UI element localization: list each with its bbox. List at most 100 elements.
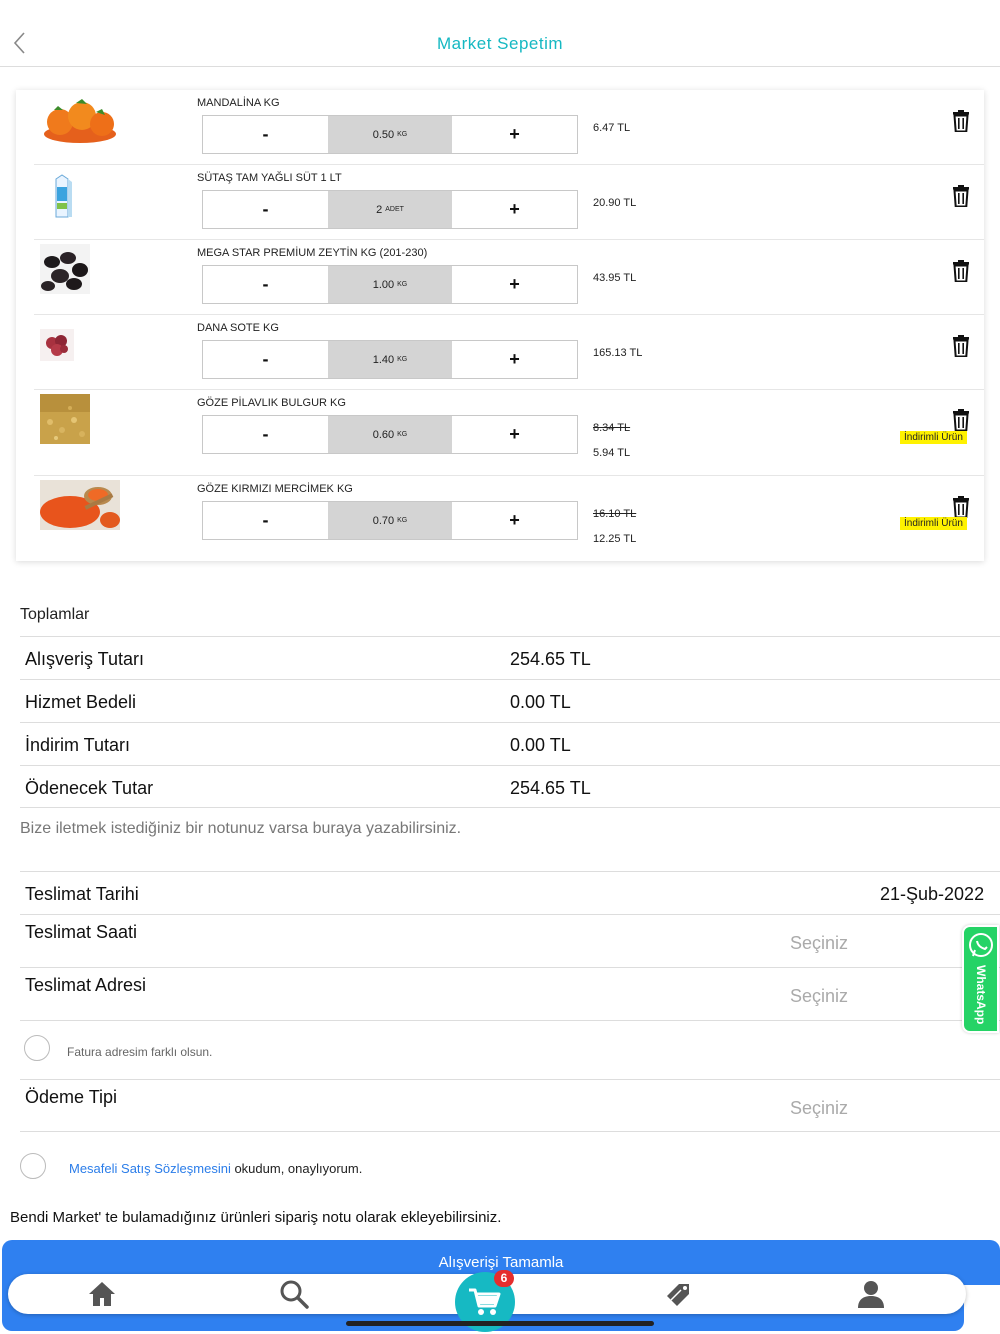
product-price: 43.95 TL bbox=[593, 272, 637, 284]
product-image-beef bbox=[40, 329, 74, 361]
increase-button[interactable]: + bbox=[452, 341, 577, 378]
quantity-value: 0.60 KG bbox=[328, 416, 452, 453]
product-price: 5.94 TL bbox=[593, 447, 631, 459]
cart-item: MEGA STAR PREMİUM ZEYTİN KG (201-230) - … bbox=[34, 240, 984, 315]
total-value: 0.00 TL bbox=[510, 735, 571, 755]
agreement-suffix: okudum, onaylıyorum. bbox=[230, 1161, 363, 1176]
total-value: 0.00 TL bbox=[510, 692, 571, 712]
totals-heading: Toplamlar bbox=[20, 606, 90, 623]
increase-button[interactable]: + bbox=[452, 416, 577, 453]
product-image-milk bbox=[55, 174, 72, 218]
cart-list: MANDALİNA KG - 0.50 KG + 6.47 TL SÜTAŞ TA… bbox=[16, 90, 984, 561]
product-price: 6.47 TL bbox=[593, 122, 631, 134]
agreement-radio[interactable] bbox=[20, 1153, 46, 1179]
product-image-olives bbox=[40, 244, 90, 294]
header: Market Sepetim bbox=[0, 0, 1000, 67]
quantity-value: 2 ADET bbox=[328, 191, 452, 228]
payment-type-select[interactable]: Seçiniz bbox=[790, 1098, 848, 1119]
footer-note: Bendi Market' te bulamadığınız ürünleri … bbox=[10, 1209, 502, 1226]
quantity-value: 1.40 KG bbox=[328, 341, 452, 378]
total-row: İndirim Tutarı 0.00 TL bbox=[20, 722, 1000, 765]
quantity-stepper: - 0.60 KG + bbox=[202, 415, 578, 454]
delivery-address-select[interactable]: Seçiniz bbox=[790, 986, 848, 1007]
total-value: 254.65 TL bbox=[510, 778, 591, 798]
user-icon[interactable] bbox=[855, 1278, 887, 1310]
delivery-time-select[interactable]: Seçiniz bbox=[790, 933, 848, 954]
decrease-button[interactable]: - bbox=[203, 341, 328, 378]
product-name: MANDALİNA KG bbox=[197, 97, 280, 109]
decrease-button[interactable]: - bbox=[203, 116, 328, 153]
total-row: Alışveriş Tutarı 254.65 TL bbox=[20, 636, 1000, 679]
trash-icon[interactable] bbox=[952, 110, 970, 132]
agreement-link[interactable]: Mesafeli Satış Sözleşmesini bbox=[69, 1161, 231, 1176]
home-indicator bbox=[346, 1321, 654, 1326]
total-label: Ödenecek Tutar bbox=[25, 778, 154, 798]
trash-icon[interactable] bbox=[952, 496, 970, 518]
quantity-stepper: - 1.40 KG + bbox=[202, 340, 578, 379]
cart-item: MANDALİNA KG - 0.50 KG + 6.47 TL bbox=[34, 90, 984, 165]
decrease-button[interactable]: - bbox=[203, 266, 328, 303]
order-note-input[interactable]: Bize iletmek istediğiniz bir notunuz var… bbox=[20, 820, 980, 838]
total-value: 254.65 TL bbox=[510, 649, 591, 669]
invoice-address-radio[interactable] bbox=[24, 1035, 50, 1061]
quantity-value: 0.50 KG bbox=[328, 116, 452, 153]
product-image-lentils bbox=[40, 480, 120, 530]
product-name: GÖZE PİLAVLIK BULGUR KG bbox=[197, 397, 346, 409]
payment-type-row[interactable]: Ödeme Tipi Seçiniz bbox=[20, 1079, 1000, 1132]
cart-item: GÖZE KIRMIZI MERCİMEK KG - 0.70 KG + 16.1… bbox=[34, 476, 984, 561]
discount-badge: İndirimli Ürün bbox=[900, 431, 967, 444]
decrease-button[interactable]: - bbox=[203, 416, 328, 453]
total-label: Alışveriş Tutarı bbox=[25, 649, 145, 669]
delivery-time-label: Teslimat Saati bbox=[25, 922, 138, 942]
quantity-stepper: - 0.70 KG + bbox=[202, 501, 578, 540]
quantity-value: 0.70 KG bbox=[328, 502, 452, 539]
product-price: 165.13 TL bbox=[593, 347, 643, 359]
delivery-address-row[interactable]: Teslimat Adresi Seçiniz bbox=[20, 967, 1000, 1020]
product-name: SÜTAŞ TAM YAĞLI SÜT 1 LT bbox=[197, 172, 342, 184]
total-row: Ödenecek Tutar 254.65 TL bbox=[20, 765, 1000, 808]
increase-button[interactable]: + bbox=[452, 502, 577, 539]
quantity-value: 1.00 KG bbox=[328, 266, 452, 303]
delivery-time-row[interactable]: Teslimat Saati Seçiniz bbox=[20, 914, 1000, 967]
delivery-date-row[interactable]: Teslimat Tarihi 21-Şub-2022 bbox=[20, 871, 1000, 914]
quantity-stepper: - 2 ADET + bbox=[202, 190, 578, 229]
trash-icon[interactable] bbox=[952, 409, 970, 431]
home-icon[interactable] bbox=[86, 1278, 118, 1310]
product-name: GÖZE KIRMIZI MERCİMEK KG bbox=[197, 483, 353, 495]
quantity-stepper: - 0.50 KG + bbox=[202, 115, 578, 154]
agreement-text: Mesafeli Satış Sözleşmesini okudum, onay… bbox=[69, 1161, 362, 1176]
trash-icon[interactable] bbox=[952, 185, 970, 207]
delivery-date-label: Teslimat Tarihi bbox=[25, 884, 139, 904]
product-old-price: 16.10 TL bbox=[593, 508, 637, 520]
cart-icon bbox=[469, 1288, 501, 1315]
cart-item: DANA SOTE KG - 1.40 KG + 165.13 TL bbox=[34, 315, 984, 390]
product-name: DANA SOTE KG bbox=[197, 322, 279, 334]
whatsapp-button[interactable]: WhatsApp bbox=[962, 925, 999, 1033]
invoice-address-label: Fatura adresim farklı olsun. bbox=[67, 1045, 213, 1059]
increase-button[interactable]: + bbox=[452, 116, 577, 153]
discount-badge: İndirimli Ürün bbox=[900, 517, 967, 530]
delivery-address-label: Teslimat Adresi bbox=[25, 975, 147, 995]
decrease-button[interactable]: - bbox=[203, 502, 328, 539]
quantity-stepper: - 1.00 KG + bbox=[202, 265, 578, 304]
product-price: 12.25 TL bbox=[593, 533, 637, 545]
trash-icon[interactable] bbox=[952, 260, 970, 282]
delivery-date-value: 21-Şub-2022 bbox=[880, 884, 985, 904]
search-icon[interactable] bbox=[278, 1278, 310, 1310]
tag-icon[interactable] bbox=[663, 1278, 695, 1310]
increase-button[interactable]: + bbox=[452, 191, 577, 228]
product-old-price: 8.34 TL bbox=[593, 422, 631, 434]
total-label: İndirim Tutarı bbox=[25, 735, 131, 755]
product-image-mandarin bbox=[44, 99, 116, 143]
decrease-button[interactable]: - bbox=[203, 191, 328, 228]
trash-icon[interactable] bbox=[952, 335, 970, 357]
payment-type-label: Ödeme Tipi bbox=[25, 1087, 118, 1107]
increase-button[interactable]: + bbox=[452, 266, 577, 303]
product-name: MEGA STAR PREMİUM ZEYTİN KG (201-230) bbox=[197, 247, 428, 259]
total-label: Hizmet Bedeli bbox=[25, 692, 137, 712]
page-title: Market Sepetim bbox=[436, 34, 564, 53]
whatsapp-icon bbox=[969, 933, 993, 957]
product-image-bulgur bbox=[40, 394, 90, 444]
cart-item: SÜTAŞ TAM YAĞLI SÜT 1 LT - 2 ADET + 20.90… bbox=[34, 165, 984, 240]
product-price: 20.90 TL bbox=[593, 197, 637, 209]
